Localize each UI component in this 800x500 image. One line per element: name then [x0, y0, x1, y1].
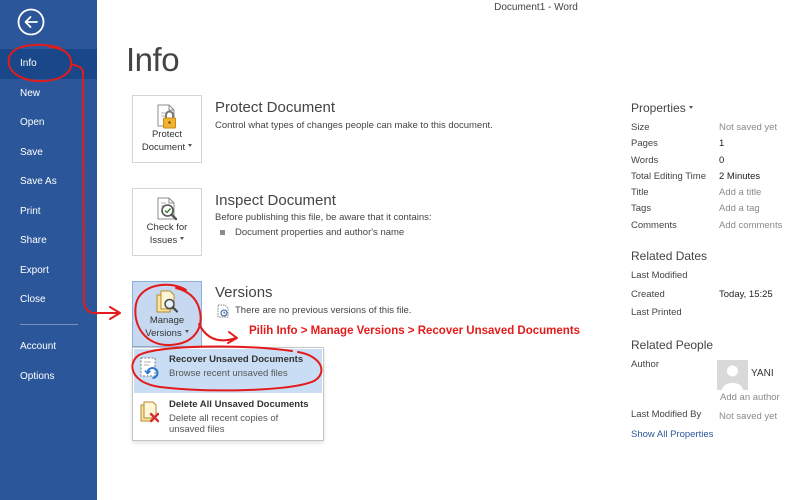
manage-versions-menu: Recover Unsaved Documents Browse recent … [132, 347, 324, 441]
properties-heading: Properties [631, 101, 686, 115]
chevron-down-icon [188, 144, 193, 148]
property-label: Total Editing Time [631, 170, 706, 182]
properties-dropdown[interactable]: Properties [631, 101, 693, 115]
page-title: Info [126, 41, 180, 78]
recover-unsaved-documents-description: Browse recent unsaved files [169, 368, 288, 379]
sidebar-item-export[interactable]: Export [0, 256, 97, 286]
back-arrow-icon [17, 8, 45, 36]
date-label: Last Modified [631, 270, 688, 281]
delete-all-unsaved-documents-description: Delete all recent copies of unsaved file… [169, 413, 279, 435]
window-title: Document1 - Word [494, 2, 578, 13]
property-label: Title [631, 187, 649, 199]
versions-icon [217, 304, 229, 318]
check-for-issues-label-line1: Check for [146, 222, 188, 233]
show-all-properties-link[interactable]: Show All Properties [631, 429, 713, 441]
chevron-down-icon [184, 330, 189, 334]
delete-all-unsaved-documents-title: Delete All Unsaved Documents [169, 399, 309, 410]
sidebar-item-account[interactable]: Account [0, 332, 97, 362]
protect-button-label-line2: Document [141, 141, 186, 153]
protect-document-heading: Protect Document [215, 99, 336, 116]
properties-table: Size Not saved yet Pages 1 Words 0 Total Ed… [631, 120, 796, 234]
related-people-heading: Related People [631, 338, 714, 352]
last-modified-by-label: Last Modified By [631, 409, 702, 420]
versions-heading: Versions [215, 284, 273, 301]
property-row-size: Size Not saved yet [631, 120, 796, 136]
protect-button-label-line1: Protect [151, 129, 183, 140]
back-button[interactable] [17, 8, 45, 36]
annotation-arrowhead-icon [227, 331, 238, 344]
backstage-sidebar: Info New Open Save Save As Print Share E… [0, 0, 97, 500]
manage-versions-icon [156, 290, 179, 313]
property-row-tags: Tags Add a tag [631, 201, 796, 217]
versions-status: There are no previous versions of this f… [235, 305, 412, 316]
inspect-bullet-item: Document properties and author's name [235, 227, 405, 238]
date-row-last-printed: Last Printed [631, 304, 796, 323]
property-label: Pages [631, 138, 658, 150]
inspect-document-icon [157, 197, 178, 221]
author-label: Author [631, 359, 659, 370]
last-modified-by-value: Not saved yet [719, 411, 778, 422]
property-row-words: Words 0 [631, 153, 796, 169]
property-row-comments: Comments Add comments [631, 218, 796, 234]
sidebar-item-open[interactable]: Open [0, 108, 97, 138]
comments-field[interactable]: Add comments [719, 218, 782, 234]
property-value: 2 Minutes [719, 170, 761, 182]
title-field[interactable]: Add a title [719, 185, 761, 201]
inspect-document-heading: Inspect Document [215, 192, 336, 209]
sidebar-item-save[interactable]: Save [0, 138, 97, 168]
property-row-total-editing-time: Total Editing Time 2 Minutes [631, 169, 796, 185]
property-value: 1 [719, 138, 725, 150]
check-for-issues-label-line2: Issues [149, 234, 178, 246]
manage-versions-label-line1: Manage [149, 315, 185, 326]
bullet-icon [220, 230, 225, 235]
delete-all-unsaved-documents-item[interactable]: Delete All Unsaved Documents Delete all … [134, 395, 322, 439]
add-author-field[interactable]: Add an author [720, 392, 780, 404]
property-label: Words [631, 154, 659, 166]
date-row-last-modified: Last Modified [631, 267, 796, 286]
protect-document-description: Control what types of changes people can… [215, 120, 493, 131]
property-row-pages: Pages 1 [631, 136, 796, 152]
delete-documents-icon [140, 401, 160, 423]
property-value: Not saved yet [719, 122, 778, 133]
sidebar-separator [20, 324, 78, 325]
sidebar-item-save-as[interactable]: Save As [0, 167, 97, 197]
annotation-instruction: Pilih Info > Manage Versions > Recover U… [249, 325, 581, 337]
check-for-issues-button[interactable]: Check for Issues [132, 188, 202, 256]
annotation-arrowhead-icon [109, 306, 121, 320]
property-label: Size [631, 122, 650, 133]
sidebar-menu: Info New Open Save Save As Print Share E… [0, 49, 97, 315]
person-placeholder-icon[interactable] [717, 360, 748, 390]
author-name[interactable]: YANI [751, 368, 774, 380]
lock-icon [157, 104, 176, 129]
property-label: Comments [631, 219, 677, 231]
related-dates-heading: Related Dates [631, 249, 708, 263]
related-dates-table: Last Modified Created Today, 15:25 Last P… [631, 267, 796, 323]
chevron-down-icon [180, 237, 185, 241]
date-row-created: Created Today, 15:25 [631, 286, 796, 305]
sidebar-item-new[interactable]: New [0, 79, 97, 109]
recover-unsaved-documents-title: Recover Unsaved Documents [169, 354, 304, 365]
chevron-down-icon [688, 106, 693, 110]
date-label: Created [631, 288, 665, 300]
property-value: 0 [719, 154, 725, 166]
protect-document-button[interactable]: Protect Document [132, 95, 202, 163]
sidebar-item-options[interactable]: Options [0, 362, 97, 392]
date-value: Today, 15:25 [719, 288, 773, 300]
inspect-document-description: Before publishing this file, be aware th… [215, 212, 432, 223]
annotation-arrow-to-menu [198, 323, 237, 342]
property-label: Tags [631, 203, 652, 215]
sidebar-item-print[interactable]: Print [0, 197, 97, 227]
sidebar-item-close[interactable]: Close [0, 285, 97, 315]
tags-field[interactable]: Add a tag [719, 201, 760, 217]
recover-document-icon [140, 357, 159, 379]
manage-versions-label-line2: Versions [145, 327, 182, 339]
sidebar-item-info[interactable]: Info [0, 49, 97, 79]
sidebar-item-share[interactable]: Share [0, 226, 97, 256]
sidebar-footer-menu: Account Options [0, 332, 97, 392]
manage-versions-button[interactable]: Manage Versions [132, 281, 202, 347]
recover-unsaved-documents-item[interactable]: Recover Unsaved Documents Browse recent … [134, 349, 322, 393]
property-row-title: Title Add a title [631, 185, 796, 201]
date-label: Last Printed [631, 307, 682, 318]
